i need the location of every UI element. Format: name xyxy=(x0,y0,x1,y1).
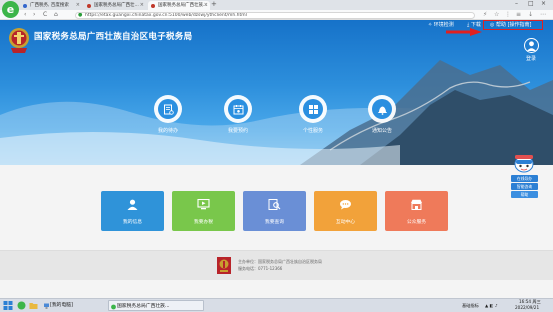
computer-icon xyxy=(43,303,49,308)
card-interaction[interactable]: 互动中心 xyxy=(314,191,377,231)
taskbar-item-my-computer[interactable]: [我的电脑] xyxy=(42,300,106,311)
shop-icon xyxy=(411,199,422,210)
browser-icon xyxy=(110,304,116,309)
browser-logo-icon: e xyxy=(2,1,19,18)
feature-my-todo[interactable]: 我的待办 xyxy=(138,95,198,134)
monitor-icon xyxy=(197,198,210,210)
close-window-icon[interactable]: × xyxy=(541,0,546,7)
taskbar: [我的电脑] 国家税务总局广西壮族... 基础指标 ▲ ◧ ♪ 16:54 周三… xyxy=(0,298,553,312)
lock-icon: ● xyxy=(78,11,83,18)
extensions-icon[interactable]: ⋮ xyxy=(505,10,511,20)
footer-phone: 服务电话：0771-12366 xyxy=(238,266,283,271)
browser-taskbar-icon[interactable] xyxy=(17,301,26,310)
bell-icon xyxy=(377,106,387,115)
menu-icon[interactable]: ≡ xyxy=(516,10,521,20)
paw-icon xyxy=(23,3,27,8)
browser-tab[interactable]: 国家税务总局广西壮... × xyxy=(84,1,146,10)
search-icon xyxy=(268,199,281,210)
start-icon[interactable] xyxy=(3,300,13,311)
feature-notices[interactable]: 通知公告 xyxy=(352,95,412,134)
menu-dots-icon[interactable]: ⋯ xyxy=(540,10,546,20)
calendar-icon xyxy=(233,104,243,114)
download-icon[interactable]: ↓ xyxy=(528,10,533,20)
feature-personal-service[interactable]: 个性服务 xyxy=(283,95,343,134)
page-bottom xyxy=(0,280,553,298)
clock-date[interactable]: 2022/09/21 xyxy=(515,304,539,311)
chat-icon xyxy=(340,200,351,210)
site-icon xyxy=(151,3,155,8)
todo-list-icon xyxy=(163,104,174,115)
url-text: https://etax.guangxi.chinatax.gov.cn:510… xyxy=(85,12,247,18)
back-button[interactable]: ‹ xyxy=(24,10,26,20)
folder-icon[interactable] xyxy=(29,301,38,310)
site-title: 国家税务总局广西壮族自治区电子税务局 xyxy=(34,32,193,42)
maximize-icon[interactable]: □ xyxy=(528,0,534,7)
browser-tab[interactable]: 广西税务, 百度搜索 × xyxy=(20,1,82,10)
login-button[interactable]: 登录 xyxy=(520,38,542,62)
close-tab-icon[interactable]: × xyxy=(140,1,144,10)
tray-icons[interactable]: ▲ ◧ ♪ xyxy=(485,302,498,309)
star-icon[interactable]: ☆ xyxy=(494,10,499,20)
card-query[interactable]: 我要查询 xyxy=(243,191,306,231)
grid-icon xyxy=(308,104,318,114)
screen: 广西税务, 百度搜索 × 国家税务总局广西壮... × 国家税务总局广西壮族..… xyxy=(0,0,553,312)
tray-label: 基础指标 xyxy=(462,303,479,308)
main-content: 我的信息 我要办税 我要查询 互动中心 公众服务 xyxy=(0,165,553,250)
site-footer: 主办单位：国家税务总局广西壮族自治区税务局 服务电话：0771-12366 xyxy=(0,250,553,280)
new-tab-button[interactable]: + xyxy=(211,0,217,8)
card-public-service[interactable]: 公众服务 xyxy=(385,191,448,231)
footer-host: 主办单位：国家税务总局广西壮族自治区税务局 xyxy=(238,259,322,264)
site-icon xyxy=(87,3,91,8)
card-my-info[interactable]: 我的信息 xyxy=(101,191,164,231)
tax-emblem-icon xyxy=(9,28,29,53)
browser-toolbar: ‹ › C ⌂ ● https://etax.guangxi.chinatax.… xyxy=(0,10,553,20)
browser-tab-active[interactable]: 国家税务总局广西壮族... × xyxy=(148,1,210,10)
side-float-guide[interactable]: 在线导办 xyxy=(511,175,538,182)
side-float-help[interactable]: 帮助 xyxy=(511,191,538,198)
close-tab-icon[interactable]: × xyxy=(76,1,80,10)
tax-emblem-icon xyxy=(217,257,231,274)
login-label: 登录 xyxy=(525,56,536,62)
user-avatar-icon xyxy=(523,38,539,53)
user-icon xyxy=(127,199,138,210)
forward-button[interactable]: › xyxy=(33,10,35,20)
reload-button[interactable]: C xyxy=(43,10,47,20)
feature-appointment[interactable]: 我要预约 xyxy=(208,95,268,134)
close-tab-icon[interactable]: × xyxy=(204,1,208,10)
address-bar[interactable]: ● https://etax.guangxi.chinatax.gov.cn:5… xyxy=(75,11,475,19)
site-header: 国家税务总局广西壮族自治区电子税务局 ✧ 环境检测 ⤓ 下载 ◎ 帮助 [操作指… xyxy=(0,20,553,165)
side-float-consult[interactable]: 智能咨询 xyxy=(511,183,538,190)
browser-tab-bar: 广西税务, 百度搜索 × 国家税务总局广西壮... × 国家税务总局广西壮族..… xyxy=(0,0,553,10)
lightning-icon[interactable]: ⚡ xyxy=(483,10,487,20)
highlight-box xyxy=(483,20,543,30)
home-button[interactable]: ⌂ xyxy=(54,10,58,20)
taskbar-item-browser[interactable]: 国家税务总局广西壮族... xyxy=(108,300,204,311)
red-arrow-icon xyxy=(446,28,482,36)
card-do-tax[interactable]: 我要办税 xyxy=(172,191,235,231)
minimize-icon[interactable]: – xyxy=(515,0,518,7)
